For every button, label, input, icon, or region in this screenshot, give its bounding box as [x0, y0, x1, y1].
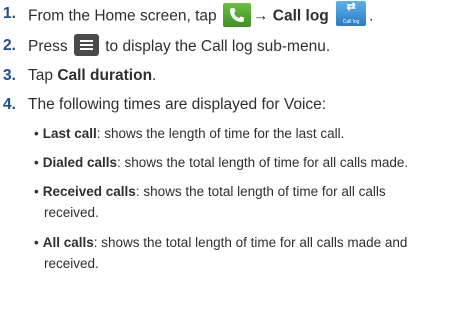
bullet-all-calls: • All calls: shows the total length of ti…	[34, 232, 454, 274]
step-text: The following times are displayed for Vo…	[28, 96, 327, 113]
step-number: 4.	[3, 96, 16, 113]
bullet-term: Dialed calls	[42, 155, 118, 170]
bullet-continuation: received.	[44, 205, 99, 220]
menu-icon	[73, 34, 99, 56]
step-number: 2.	[3, 37, 16, 54]
step-text: From the Home screen, tap	[28, 7, 217, 25]
bullet-last-call: • Last call: shows the length of time for…	[34, 126, 345, 141]
instruction-document: 1. From the Home screen, tap → Call log …	[0, 0, 466, 310]
bullet-received-calls: • Received calls: shows the total length …	[34, 181, 454, 223]
phone-icon	[222, 2, 251, 27]
call-log-label: Call log	[272, 7, 329, 25]
bullet-desc: : shows the total length of time for all…	[135, 184, 386, 199]
bullet-term: Received calls	[42, 184, 136, 199]
call-duration-label: Call duration	[57, 67, 153, 84]
bullet-desc: : shows the total length of time for all…	[117, 155, 409, 170]
bullet-continuation: received.	[44, 256, 99, 271]
step-text: Press	[28, 38, 68, 56]
bullet-desc: : shows the length of time for the last …	[96, 126, 345, 141]
step-text: Tap	[28, 67, 53, 84]
bullet-term: All calls	[42, 235, 94, 250]
step-number: 1.	[3, 5, 16, 22]
bullet-desc: : shows the total length of time for all…	[93, 235, 408, 250]
bullet-dialed-calls: • Dialed calls: shows the total length of…	[34, 155, 409, 170]
step-number: 3.	[3, 67, 16, 84]
call-log-icon-caption: Call log	[342, 19, 360, 25]
arrow-glyph: →	[252, 7, 269, 25]
step-text-post: to display the Call log sub-menu.	[105, 38, 331, 56]
call-log-icon: ⇄ Call log	[336, 1, 367, 26]
bullet-term: Last call	[42, 126, 97, 141]
